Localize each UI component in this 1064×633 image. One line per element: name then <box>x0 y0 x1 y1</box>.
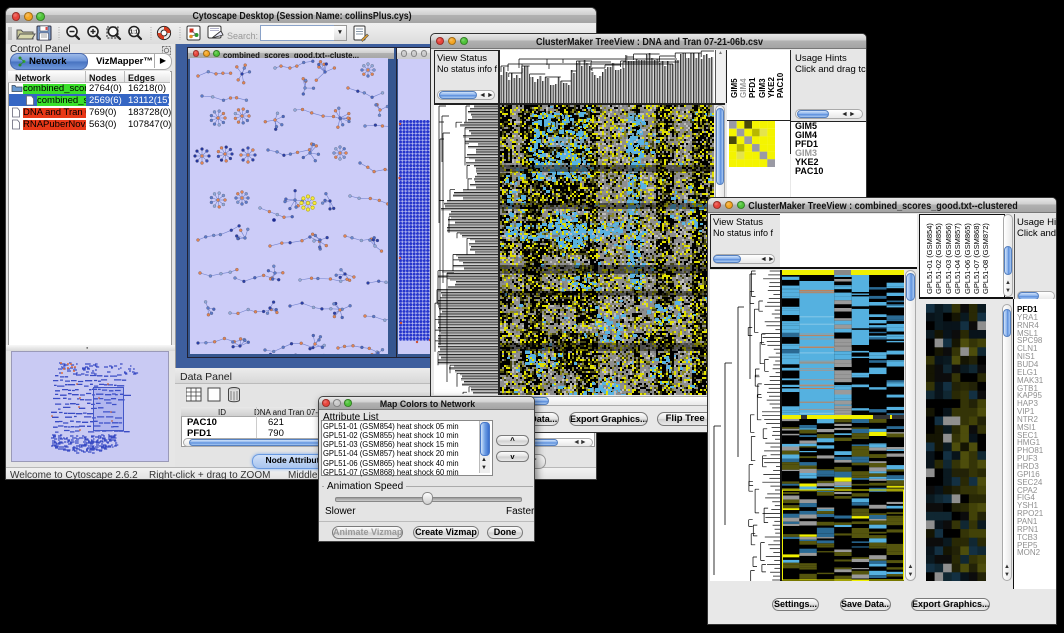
svg-text:1:1: 1:1 <box>130 30 138 36</box>
